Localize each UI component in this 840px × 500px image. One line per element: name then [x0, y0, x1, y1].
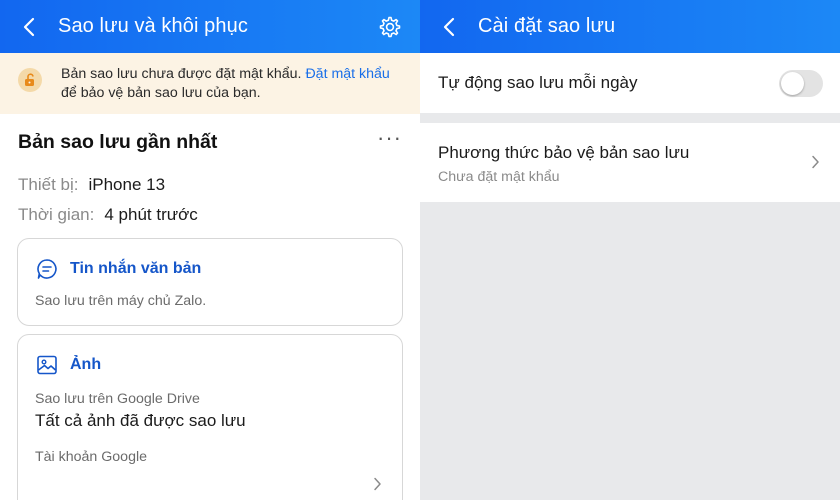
time-label: Thời gian: — [18, 205, 95, 224]
card-subtitle: Sao lưu trên Google Drive — [35, 391, 200, 407]
chevron-right-icon[interactable] — [373, 477, 382, 491]
photos-status: Tất cả ảnh đã được sao lưu — [35, 411, 246, 430]
card-title: Tin nhắn văn bản — [70, 260, 202, 277]
chevron-left-icon — [443, 17, 455, 36]
page-title: Cài đặt sao lưu — [478, 15, 616, 37]
device-row: Thiết bị: iPhone 13 — [0, 170, 420, 200]
time-row: Thời gian: 4 phút trước — [0, 200, 420, 230]
page-title: Sao lưu và khôi phục — [58, 15, 248, 37]
google-account-row[interactable]: Tài khoản Google — [18, 449, 402, 465]
card-header: Ảnh — [18, 335, 402, 377]
gear-icon[interactable] — [378, 15, 402, 39]
image-icon — [37, 355, 57, 375]
warning-text: Bản sao lưu chưa được đặt mật khẩu. Đặt … — [61, 66, 390, 101]
more-options-icon[interactable]: ··· — [377, 127, 402, 151]
auto-backup-toggle[interactable] — [779, 69, 823, 97]
toggle-knob — [781, 71, 804, 95]
top-bar: Cài đặt sao lưu — [420, 0, 840, 53]
card-header: Tin nhắn văn bản — [18, 239, 402, 281]
card-subtitle: Sao lưu trên máy chủ Zalo. — [35, 293, 207, 309]
protection-status: Chưa đặt mật khẩu — [438, 169, 560, 185]
back-button[interactable] — [0, 0, 58, 53]
password-warning-banner: Bản sao lưu chưa được đặt mật khẩu. Đặt … — [0, 53, 420, 114]
set-password-link[interactable]: Đặt mật khẩu — [305, 66, 389, 82]
protection-method-row[interactable]: Phương thức bảo vệ bản sao lưu Chưa đặt … — [420, 123, 840, 202]
device-value: iPhone 13 — [88, 175, 166, 194]
messages-backup-card: Tin nhắn văn bản Sao lưu trên máy chủ Za… — [17, 238, 403, 326]
device-label: Thiết bị: — [18, 175, 79, 194]
chevron-left-icon — [23, 17, 35, 36]
back-button[interactable] — [420, 0, 478, 53]
backup-settings-screen: Cài đặt sao lưu Tự động sao lưu mỗi ngày… — [420, 0, 840, 500]
chevron-right-icon — [812, 155, 819, 169]
auto-backup-label: Tự động sao lưu mỗi ngày — [438, 73, 638, 92]
chat-bubble-icon — [37, 259, 57, 279]
unlocked-icon — [18, 68, 42, 92]
photos-backup-card: Ảnh Sao lưu trên Google Drive Tất cả ảnh… — [17, 334, 403, 500]
backup-restore-screen: Sao lưu và khôi phục Bản sao lưu chưa đư… — [0, 0, 420, 500]
card-title: Ảnh — [70, 356, 102, 373]
auto-backup-row: Tự động sao lưu mỗi ngày — [420, 53, 840, 113]
top-bar: Sao lưu và khôi phục — [0, 0, 420, 53]
section-title: Bản sao lưu gần nhất — [18, 130, 218, 153]
latest-backup-header: Bản sao lưu gần nhất ··· — [0, 114, 420, 170]
time-value: 4 phút trước — [104, 205, 198, 224]
protection-title: Phương thức bảo vệ bản sao lưu — [438, 143, 690, 162]
